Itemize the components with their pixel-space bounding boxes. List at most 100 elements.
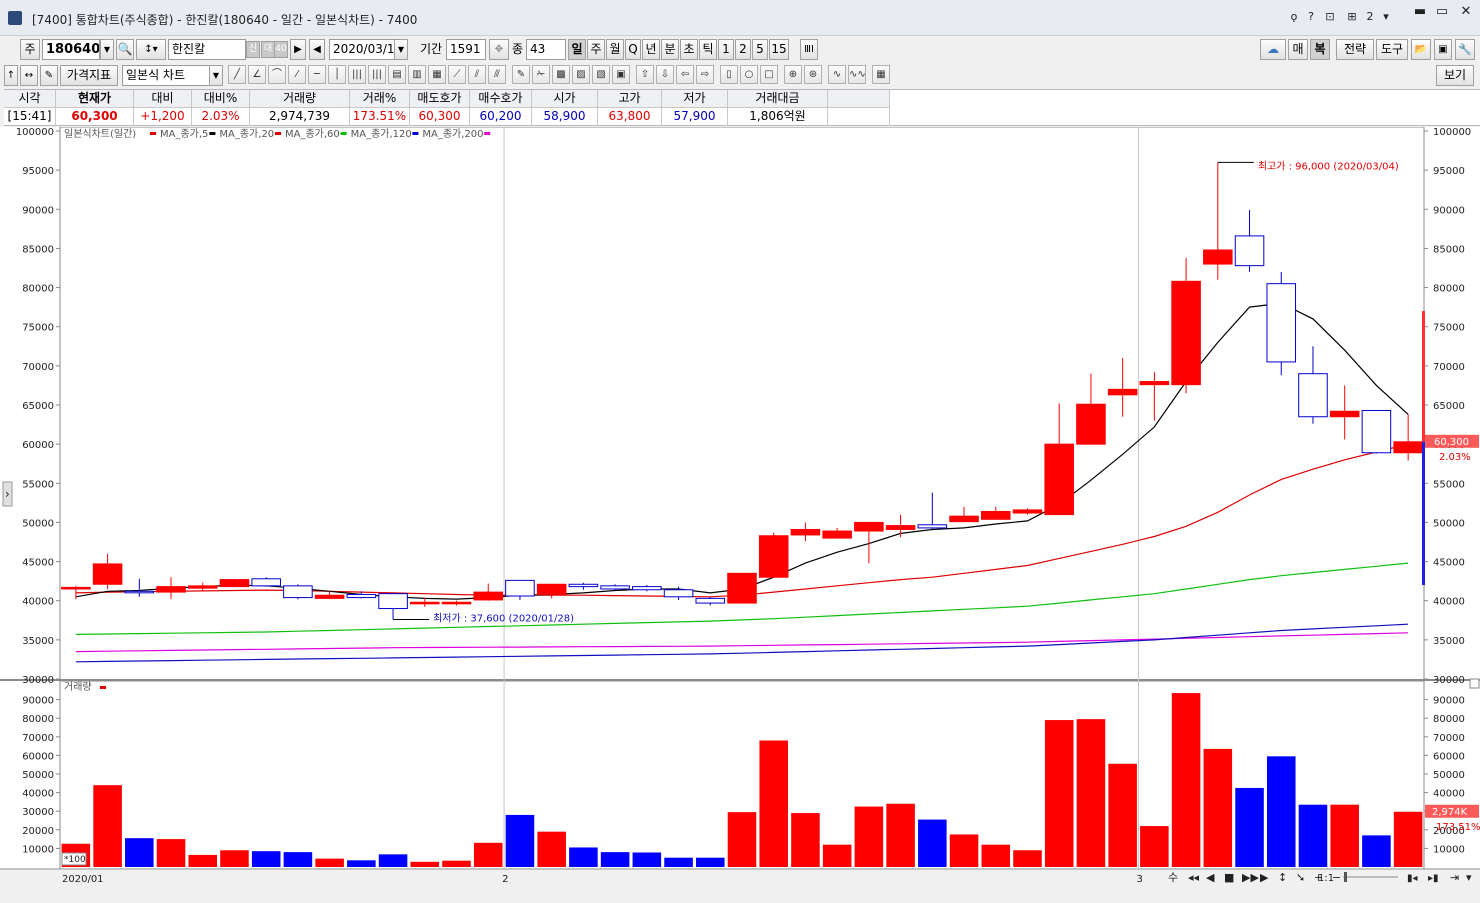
arrow-right-icon[interactable]: ⇨	[696, 65, 714, 84]
trendline-icon[interactable]: ╱	[228, 65, 246, 84]
quote-header: 저가	[662, 90, 728, 108]
box-icon[interactable]: ▦	[428, 65, 446, 84]
count-input[interactable]: 43	[526, 39, 566, 60]
view-button[interactable]: 보기	[1436, 65, 1474, 86]
double-wave-icon[interactable]: ∿∿	[848, 65, 866, 84]
wave-icon[interactable]: ∿	[828, 65, 846, 84]
chart-area[interactable]: 100000 100000 95000 95000 90000 90000 85000 850…	[0, 126, 1480, 903]
period-input[interactable]: 1591	[446, 39, 486, 60]
pattern-icon[interactable]: ▨	[572, 65, 590, 84]
quote-empty-header	[828, 90, 890, 108]
cut-icon[interactable]: ✁	[532, 65, 550, 84]
buy-sell-button[interactable]: 매	[1288, 39, 1308, 60]
open-folder-icon[interactable]: 📂	[1411, 39, 1431, 60]
market-select-button[interactable]: 주	[20, 39, 40, 60]
save-icon[interactable]: ▣	[1434, 39, 1452, 60]
dropdown-icon[interactable]: ▾	[1378, 9, 1394, 25]
arrow-up-icon[interactable]: ⇧	[636, 65, 654, 84]
stock-name-field[interactable]: 한진칼	[168, 39, 246, 60]
horizontal-expand-icon[interactable]: ↔	[20, 65, 38, 86]
rect-icon[interactable]: □	[760, 65, 778, 84]
period-tab[interactable]: 일	[568, 39, 586, 60]
link-icon[interactable]: ǫ	[1286, 9, 1302, 25]
candle-body	[1298, 373, 1328, 418]
table-icon[interactable]: ▦	[872, 65, 890, 84]
volume-bar	[1076, 719, 1106, 867]
period-tab[interactable]: 년	[642, 39, 660, 60]
period-tab[interactable]: 2	[735, 39, 751, 60]
angle-icon[interactable]: ∠	[248, 65, 266, 84]
multi-button[interactable]: 복	[1310, 39, 1330, 60]
grid-icon[interactable]: ▤	[388, 65, 406, 84]
channel-icon[interactable]: ▥	[408, 65, 426, 84]
screen-icon[interactable]: ⊡	[1322, 9, 1338, 25]
minimize-button[interactable]: ▬	[1410, 5, 1430, 20]
candle-setting-icon[interactable]: ⅢⅠ	[800, 39, 818, 60]
sort-icon[interactable]: ↕▾	[136, 39, 166, 60]
next-icon[interactable]: ▶	[290, 39, 306, 60]
chart-type-select[interactable]: 일본식 차트	[122, 65, 210, 86]
cloud-icon[interactable]: ☁	[1260, 39, 1286, 60]
settings-icon[interactable]: 🔧	[1455, 39, 1475, 60]
pen-icon[interactable]: ✎	[512, 65, 530, 84]
window-number[interactable]: 2	[1362, 9, 1378, 25]
indicator-button[interactable]: 가격지표	[60, 65, 118, 86]
price-left-tick-label: 55000	[22, 479, 54, 490]
fibo-icon[interactable]: |||	[348, 65, 366, 84]
tools-button[interactable]: 도구	[1376, 39, 1408, 60]
legend-item-label: MA_종가,200	[422, 128, 483, 140]
arrow-left-icon[interactable]: ⇦	[676, 65, 694, 84]
rect-small-icon[interactable]: ▯	[720, 65, 738, 84]
volume-bar	[949, 834, 979, 867]
volume-bar	[251, 851, 281, 867]
fan-icon[interactable]: ⁄	[288, 65, 306, 84]
parallel-icon[interactable]: ⫽	[468, 65, 486, 84]
chart-type-dropdown-icon[interactable]: ▼	[209, 65, 223, 86]
help-icon[interactable]: ?	[1303, 9, 1319, 25]
period-label: 기간	[420, 42, 443, 56]
quote-header: 시가	[532, 90, 598, 108]
fill-icon[interactable]: ▧	[592, 65, 610, 84]
fibo-time-icon[interactable]: |||	[368, 65, 386, 84]
candlestick-chart[interactable]: 100000 100000 95000 95000 90000 90000 85000 850…	[0, 126, 1480, 903]
arrow-down-icon[interactable]: ⇩	[656, 65, 674, 84]
layout-icon[interactable]: ⊞	[1344, 9, 1360, 25]
search-icon[interactable]: 🔍	[116, 39, 134, 60]
volume-left-tick-label: 60000	[22, 751, 54, 762]
period-tab[interactable]: 월	[606, 39, 624, 60]
quote-value: 57,900	[662, 108, 728, 126]
hline-icon[interactable]: ─	[308, 65, 326, 84]
vline-icon[interactable]: │	[328, 65, 346, 84]
frame-icon[interactable]: ▣	[612, 65, 630, 84]
margin-badge: 대	[261, 41, 275, 58]
period-tab[interactable]: 틱	[699, 39, 717, 60]
prev-icon[interactable]: ◀	[309, 39, 325, 60]
period-spin-icon[interactable]: ✥	[489, 39, 509, 60]
maximize-button[interactable]: ▭	[1432, 5, 1452, 20]
color-icon[interactable]: ▩	[552, 65, 570, 84]
date-input[interactable]: 2020/03/12	[329, 39, 395, 60]
edit-icon[interactable]: ✎	[40, 65, 58, 86]
cross-parallel-icon[interactable]: ⫻	[488, 65, 506, 84]
circle-icon[interactable]: ○	[740, 65, 758, 84]
period-tab[interactable]: 초	[680, 39, 698, 60]
close-button[interactable]: ✕	[1456, 5, 1476, 20]
vertical-expand-icon[interactable]: ↑	[4, 65, 18, 86]
legend-swatch	[340, 132, 347, 135]
period-tab[interactable]: Q	[625, 39, 641, 60]
zoom-icon[interactable]: ⊕	[784, 65, 802, 84]
window-title: [7400] 통합차트(주식종합) - 한진칼(180640 - 일간 - 일본…	[32, 13, 418, 27]
period-tab[interactable]: 5	[752, 39, 768, 60]
period-tab[interactable]: 1	[718, 39, 734, 60]
zoom-area-icon[interactable]: ⊛	[804, 65, 822, 84]
slope-icon[interactable]: ⟋	[448, 65, 466, 84]
arc-icon[interactable]: ⌒	[268, 65, 286, 84]
stock-code-input[interactable]: 180640	[42, 39, 100, 60]
code-dropdown-icon[interactable]: ▼	[100, 39, 114, 60]
period-tab[interactable]: 주	[587, 39, 605, 60]
period-tab[interactable]: 분	[661, 39, 679, 60]
price-left-tick-label: 75000	[22, 323, 54, 334]
date-dropdown-icon[interactable]: ▼	[394, 39, 408, 60]
strategy-button[interactable]: 전략	[1336, 39, 1374, 60]
period-tab[interactable]: 15	[769, 39, 789, 60]
